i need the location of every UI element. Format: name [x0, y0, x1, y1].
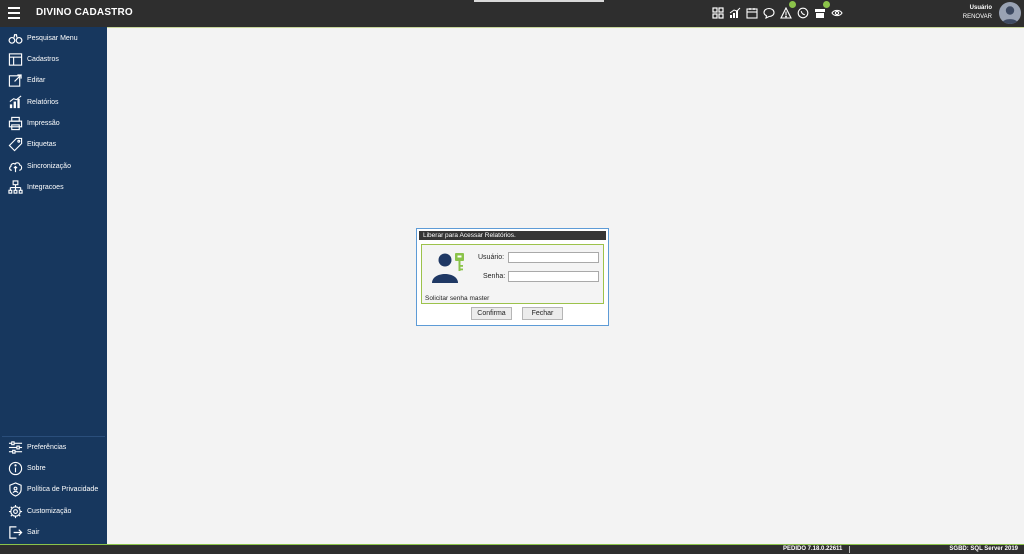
app-title: DIVINO CADASTRO	[36, 7, 133, 18]
user-name: Usuário	[969, 5, 992, 11]
usuario-input[interactable]	[508, 252, 599, 263]
close-button[interactable]: Fechar	[522, 307, 563, 320]
version-label: PEDIDO 7.18.0.22611	[783, 546, 843, 552]
sidebar-item-label: Preferências	[27, 443, 67, 451]
dialog-panel: Usuário: Senha: Solicitar senha master	[421, 244, 604, 304]
network-icon	[7, 179, 23, 195]
exit-icon	[7, 524, 23, 540]
store-icon[interactable]	[814, 1, 830, 19]
sidebar-item-label: Cadastros	[27, 55, 59, 63]
sidebar-item-cadastros[interactable]: Cadastros	[0, 49, 107, 69]
request-master-password-link[interactable]: Solicitar senha master	[425, 295, 489, 302]
chat-icon[interactable]	[763, 7, 775, 19]
info-icon	[7, 460, 23, 476]
user-key-icon	[431, 250, 467, 284]
tag-icon	[7, 136, 23, 152]
database-label: SGBD: SQL Server 2019	[949, 546, 1018, 552]
dashboard-icon[interactable]	[712, 7, 724, 19]
avatar[interactable]	[999, 2, 1021, 24]
confirm-button[interactable]: Confirma	[471, 307, 512, 320]
sidebar-item-relatorios[interactable]: Relatórios	[0, 92, 107, 112]
usuario-label: Usuário:	[478, 254, 505, 261]
header-toolbar	[712, 1, 843, 23]
dialog-title[interactable]: Liberar para Acessar Relatórios.	[419, 231, 606, 240]
whatsapp-icon[interactable]	[797, 7, 809, 19]
alert-badge	[789, 1, 796, 8]
alert-icon[interactable]	[780, 1, 796, 19]
sidebar-item-editar[interactable]: Editar	[0, 70, 107, 90]
sliders-icon	[7, 439, 23, 455]
eye-icon[interactable]	[831, 7, 843, 19]
table-icon	[7, 51, 23, 67]
hamburger-menu-icon[interactable]	[8, 7, 20, 19]
sidebar-item-customizacao[interactable]: Customização	[0, 501, 107, 521]
sidebar-item-label: Sair	[27, 528, 40, 536]
sidebar-item-sincronizacao[interactable]: Sincronização	[0, 156, 107, 176]
chart-icon[interactable]	[729, 7, 741, 19]
status-separator	[849, 546, 850, 553]
sidebar-item-politica-privacidade[interactable]: Política de Privacidade	[0, 479, 107, 499]
user-company: RENOVAR	[962, 14, 992, 20]
sidebar-item-sair[interactable]: Sair	[0, 522, 107, 542]
sidebar-item-pesquisar-menu[interactable]: Pesquisar Menu	[0, 28, 107, 48]
top-strip	[474, 0, 604, 2]
calendar-icon[interactable]	[746, 7, 758, 19]
sidebar-item-etiquetas[interactable]: Etiquetas	[0, 134, 107, 154]
top-bar: DIVINO CADASTRO Usuário RENOVAR	[0, 0, 1024, 27]
shield-icon	[7, 481, 23, 497]
sidebar-item-impressao[interactable]: Impressão	[0, 113, 107, 133]
sidebar-item-label: Integracoes	[27, 183, 64, 191]
store-badge	[823, 1, 830, 8]
senha-label: Senha:	[483, 273, 506, 280]
sidebar-item-preferencias[interactable]: Preferências	[0, 437, 107, 457]
sidebar-item-label: Impressão	[27, 119, 60, 127]
sidebar-item-sobre[interactable]: Sobre	[0, 458, 107, 478]
sidebar-item-label: Política de Privacidade	[27, 485, 99, 493]
edit-icon	[7, 72, 23, 88]
status-accent-line	[0, 544, 1024, 545]
sidebar-item-integracoes[interactable]: Integracoes	[0, 177, 107, 197]
sidebar-item-label: Etiquetas	[27, 140, 57, 148]
report-chart-icon	[7, 94, 23, 110]
sidebar-item-label: Customização	[27, 507, 72, 515]
sidebar-item-label: Sincronização	[27, 162, 71, 170]
binoculars-icon	[7, 30, 23, 46]
sidebar-item-label: Pesquisar Menu	[27, 34, 78, 42]
sidebar-item-label: Editar	[27, 76, 46, 84]
sidebar-item-label: Relatórios	[27, 98, 59, 106]
sidebar-item-label: Sobre	[27, 464, 46, 472]
customize-icon	[7, 503, 23, 519]
senha-input[interactable]	[508, 271, 599, 282]
sidebar: Pesquisar Menu Cadastros Editar Relatóri…	[0, 27, 107, 545]
user-info[interactable]: Usuário RENOVAR	[963, 4, 992, 22]
status-bar: PEDIDO 7.18.0.22611 SGBD: SQL Server 201…	[0, 544, 1024, 554]
printer-icon	[7, 115, 23, 131]
cloud-sync-icon	[7, 158, 23, 174]
login-dialog: Liberar para Acessar Relatórios. Usuário…	[416, 228, 609, 326]
